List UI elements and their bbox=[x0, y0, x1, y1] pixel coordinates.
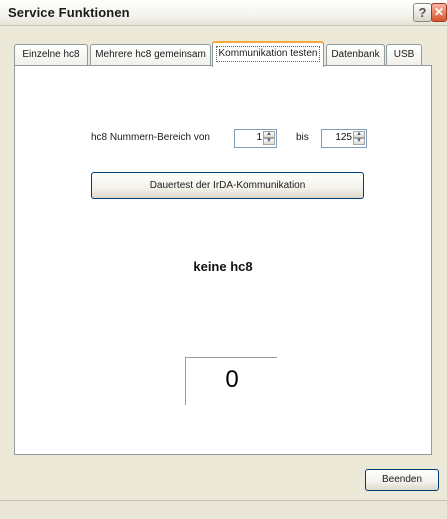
range-from-value: 1 bbox=[256, 132, 262, 143]
range-separator: bis bbox=[296, 132, 309, 143]
status-message: keine hc8 bbox=[193, 259, 253, 274]
spin-up-icon[interactable]: ▲ bbox=[353, 131, 365, 138]
tab-panel: hc8 Nummern-Bereich von 1 ▲ ▼ bis 125 ▲ … bbox=[14, 65, 432, 455]
title-bar: Service Funktionen ? ✕ bbox=[0, 0, 447, 26]
range-to-stepper[interactable]: 125 ▲ ▼ bbox=[321, 129, 367, 148]
window-title: Service Funktionen bbox=[8, 5, 130, 20]
spin-buttons: ▲ ▼ bbox=[263, 131, 275, 146]
range-to-value: 125 bbox=[335, 132, 352, 143]
counter-display: 0 bbox=[185, 357, 277, 405]
status-bar bbox=[0, 500, 447, 519]
spin-up-icon[interactable]: ▲ bbox=[263, 131, 275, 138]
tab-einzelne-hc8[interactable]: Einzelne hc8 bbox=[14, 44, 88, 66]
spin-down-icon[interactable]: ▼ bbox=[263, 138, 275, 145]
tab-mehrere-hc8[interactable]: Mehrere hc8 gemeinsam bbox=[90, 44, 211, 66]
close-icon[interactable]: ✕ bbox=[431, 3, 447, 22]
service-window: Service Funktionen ? ✕ Einzelne hc8 Mehr… bbox=[0, 0, 447, 519]
help-icon[interactable]: ? bbox=[413, 3, 432, 22]
tab-kommunikation-testen[interactable]: Kommunikation testen bbox=[212, 41, 324, 67]
spin-buttons: ▲ ▼ bbox=[353, 131, 365, 146]
tab-datenbank[interactable]: Datenbank bbox=[326, 44, 385, 66]
range-from-stepper[interactable]: 1 ▲ ▼ bbox=[234, 129, 277, 148]
spin-down-icon[interactable]: ▼ bbox=[353, 138, 365, 145]
beenden-button[interactable]: Beenden bbox=[365, 469, 439, 491]
range-label: hc8 Nummern-Bereich von bbox=[91, 132, 210, 143]
counter-value: 0 bbox=[225, 366, 239, 393]
tab-usb[interactable]: USB bbox=[386, 44, 422, 66]
irda-test-button[interactable]: Dauertest der IrDA-Kommunikation bbox=[91, 172, 364, 199]
